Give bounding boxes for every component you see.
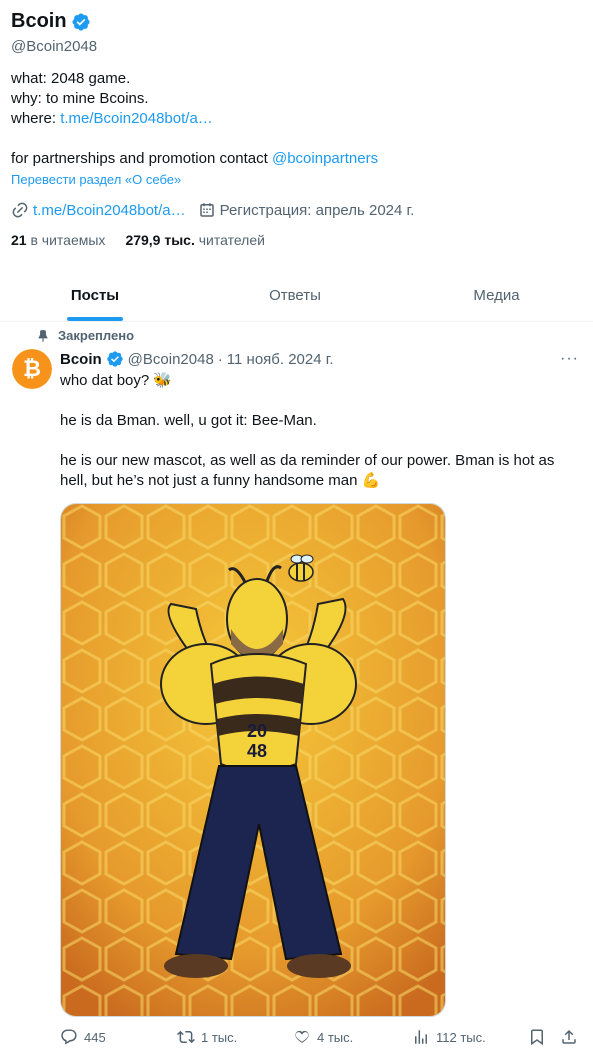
bio-line: for partnerships and promotion contact @… xyxy=(11,150,379,167)
tweet-media-image[interactable]: 20 48 xyxy=(60,503,446,1017)
meta-link-item[interactable]: t.me/Bcoin2048bot/a… xyxy=(11,201,186,219)
bookmark-icon xyxy=(531,1029,543,1046)
svg-text:₿: ₿ xyxy=(23,356,41,381)
meta-joined: Регистрация: апрель 2024 г. xyxy=(219,201,415,219)
translate-bio-link[interactable]: Перевести раздел «О себе» xyxy=(11,172,181,187)
share-icon xyxy=(562,1029,576,1044)
bee-man-illustration: 20 48 xyxy=(61,504,445,1016)
reply-button[interactable]: 445 xyxy=(60,1027,106,1047)
shirt-number-top: 20 xyxy=(247,721,267,741)
profile-name: Bcoin xyxy=(11,10,91,33)
more-options-button[interactable]: ··· xyxy=(560,350,579,368)
meta-link[interactable]: t.me/Bcoin2048bot/a… xyxy=(33,202,186,219)
separator-dot: · xyxy=(217,350,223,368)
followers-stat[interactable]: 279,9 тыс. читателей xyxy=(125,232,265,248)
views-button[interactable]: 112 тыс. xyxy=(412,1027,486,1047)
profile-name-text: Bcoin xyxy=(11,10,67,32)
tweet-actions: 445 1 тыс. 4 тыс. 112 тыс. xyxy=(60,1027,580,1047)
like-button[interactable]: 4 тыс. xyxy=(293,1027,353,1047)
active-tab-indicator xyxy=(67,317,123,321)
avatar[interactable]: ₿ xyxy=(12,349,52,389)
tweet-author-name[interactable]: Bcoin xyxy=(60,351,102,368)
profile-handle: @Bcoin2048 xyxy=(11,38,98,55)
tab-posts[interactable]: Посты xyxy=(0,270,190,321)
views-count: 112 тыс. xyxy=(436,1029,486,1045)
tweet-header: Bcoin @Bcoin2048 · 11 нояб. 2024 г. xyxy=(60,349,334,369)
follow-stats: 21 в читаемых 279,9 тыс. читателей xyxy=(11,232,265,248)
tab-replies[interactable]: Ответы xyxy=(190,270,400,321)
reply-count: 445 xyxy=(84,1029,106,1045)
heart-icon xyxy=(295,1030,309,1043)
repost-icon xyxy=(177,1030,195,1044)
tweet-author-handle[interactable]: @Bcoin2048 xyxy=(128,351,214,368)
profile-meta: t.me/Bcoin2048bot/a… Регистрация: апрель… xyxy=(11,200,426,220)
profile-bio: what: 2048 game. why: to mine Bcoins. wh… xyxy=(11,69,581,169)
tweet-date[interactable]: 11 нояб. 2024 г. xyxy=(227,351,334,368)
reply-icon xyxy=(61,1029,77,1045)
like-count: 4 тыс. xyxy=(317,1029,354,1045)
tweet-text: who dat boy? 🐝 he is da Bman. well, u go… xyxy=(60,371,580,491)
bio-line: where: t.me/Bcoin2048bot/a… xyxy=(11,110,213,127)
bookmark-button[interactable] xyxy=(528,1027,546,1047)
repost-count: 1 тыс. xyxy=(201,1029,238,1045)
bio-line: what: 2048 game. xyxy=(11,70,131,87)
following-stat[interactable]: 21 в читаемых xyxy=(11,232,105,248)
tweet-paragraph: he is da Bman. well, u got it: Bee-Man. xyxy=(60,412,317,429)
tweet-paragraph: who dat boy? 🐝 xyxy=(60,372,173,389)
verified-badge-icon xyxy=(106,351,123,367)
verified-badge-icon xyxy=(72,12,90,31)
calendar-icon xyxy=(199,203,214,217)
bio-mention-link[interactable]: @bcoinpartners xyxy=(272,150,378,167)
meta-joined-item: Регистрация: апрель 2024 г. xyxy=(198,201,415,219)
bio-line: why: to mine Bcoins. xyxy=(11,90,149,107)
pinned-label: Закреплено xyxy=(58,328,135,343)
share-button[interactable] xyxy=(560,1027,578,1047)
pinned-indicator: Закреплено xyxy=(36,328,134,343)
shirt-number-bottom: 48 xyxy=(247,741,267,761)
link-icon xyxy=(12,202,28,218)
bitcoin-logo-icon: ₿ xyxy=(12,349,52,389)
pin-icon xyxy=(38,329,48,342)
tweet-paragraph: he is our new mascot, as well as da remi… xyxy=(60,452,555,489)
bio-link[interactable]: t.me/Bcoin2048bot/a… xyxy=(60,110,213,127)
repost-button[interactable]: 1 тыс. xyxy=(177,1027,237,1047)
tab-media[interactable]: Медиа xyxy=(400,270,593,321)
profile-tabs: Посты Ответы Медиа xyxy=(0,270,593,322)
views-icon xyxy=(415,1030,427,1044)
